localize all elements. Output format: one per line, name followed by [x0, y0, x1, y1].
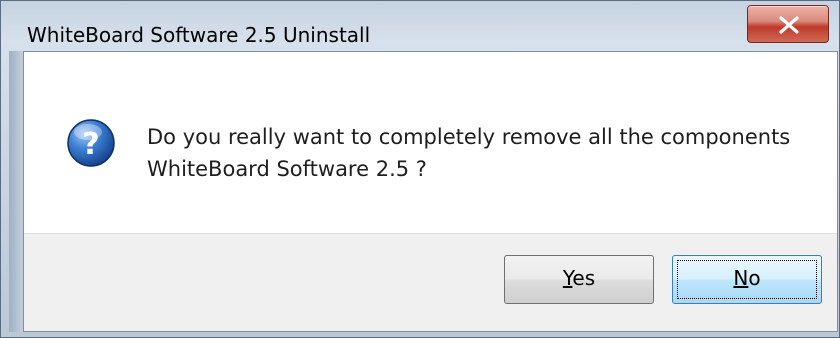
no-button-label: o: [748, 266, 761, 290]
no-button-mnemonic: N: [733, 266, 749, 290]
question-icon: ?: [67, 119, 115, 167]
no-button[interactable]: No: [672, 255, 822, 304]
dialog-client-area: ? Do you really want to completely remov…: [23, 51, 838, 332]
title-bar[interactable]: WhiteBoard Software 2.5 Uninstall: [1, 1, 839, 51]
message-line-2: WhiteBoard Software 2.5 ?: [147, 157, 427, 181]
close-x-icon: [779, 16, 799, 34]
window-title: WhiteBoard Software 2.5 Uninstall: [27, 23, 371, 47]
message-text: Do you really want to completely remove …: [147, 121, 790, 185]
yes-button[interactable]: Yes: [504, 255, 654, 304]
window-frame-edge: [9, 51, 23, 332]
yes-button-label: es: [572, 266, 596, 290]
close-button[interactable]: [747, 5, 829, 43]
uninstall-dialog: WhiteBoard Software 2.5 Uninstall ? Do y…: [0, 0, 840, 338]
svg-text:?: ?: [82, 127, 99, 162]
button-bar: Yes No: [24, 233, 837, 331]
message-line-1: Do you really want to completely remove …: [147, 125, 791, 149]
message-area: ? Do you really want to completely remov…: [24, 52, 837, 233]
yes-button-mnemonic: Y: [562, 266, 573, 290]
